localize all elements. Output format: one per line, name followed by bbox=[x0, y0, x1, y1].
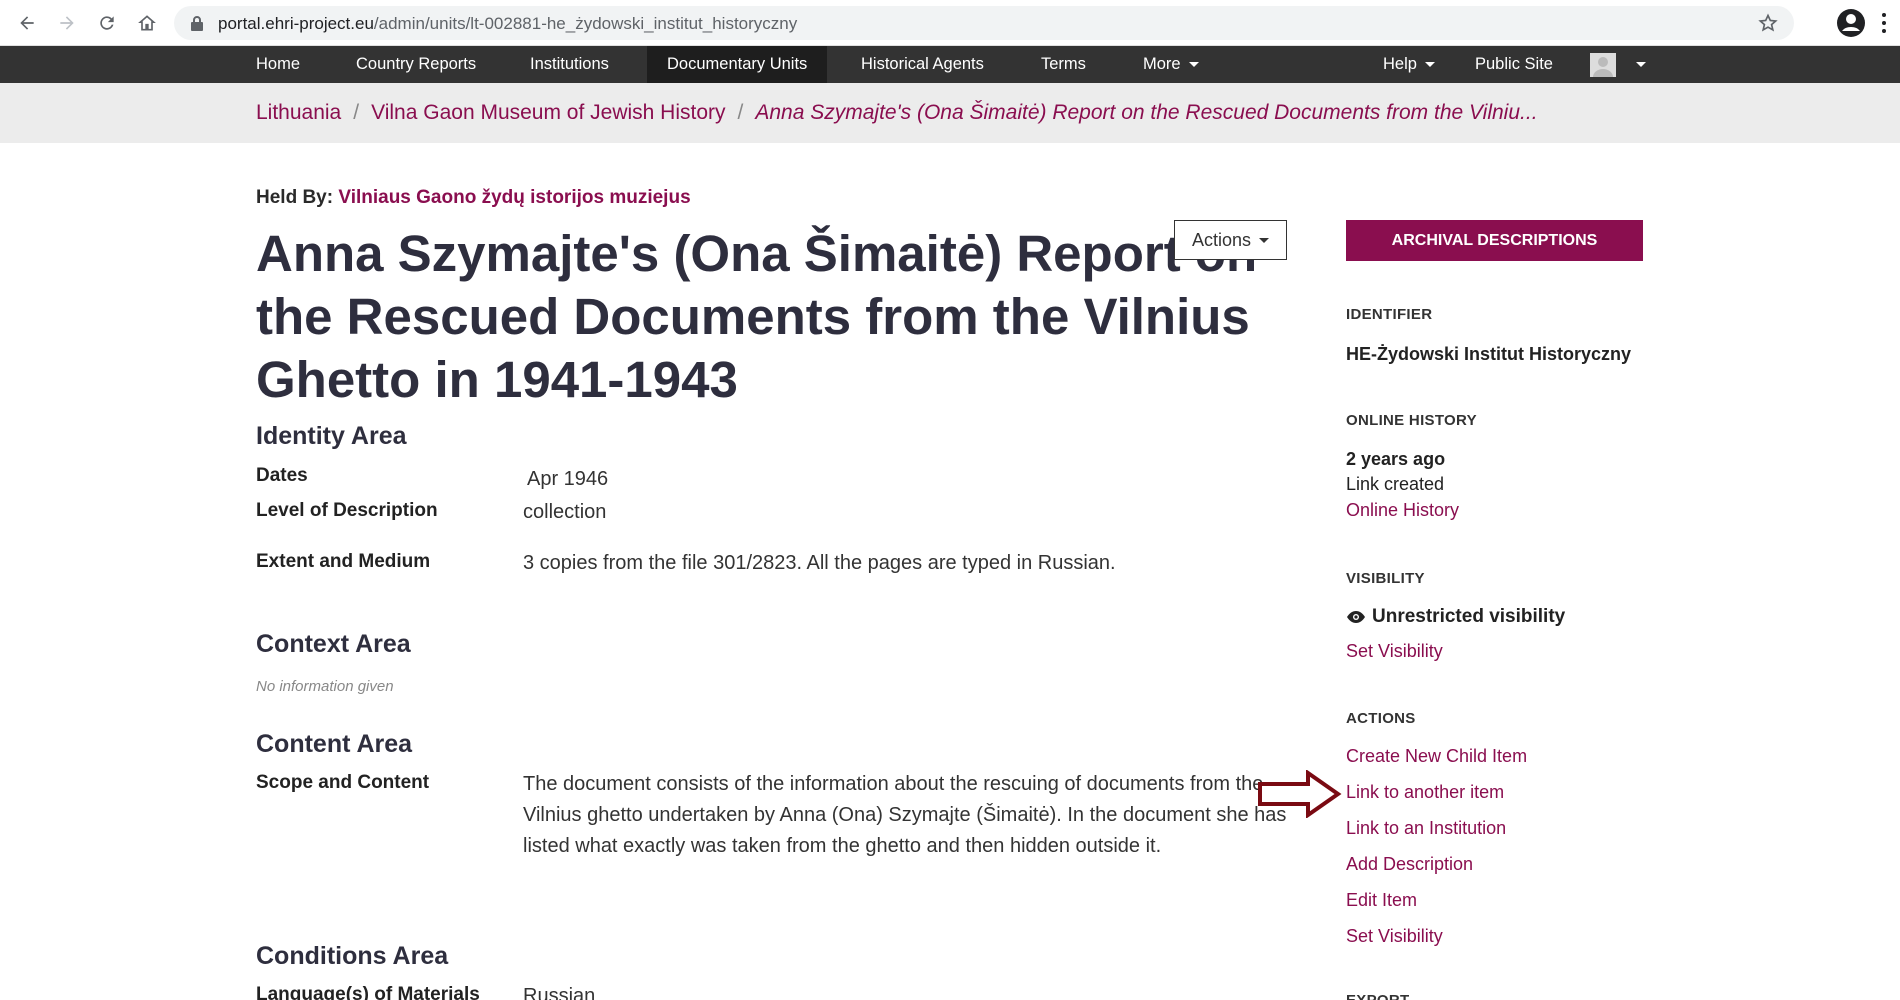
breadcrumb-bar: Lithuania / Vilna Gaon Museum of Jewish Hi… bbox=[0, 83, 1900, 143]
url-text: portal.ehri-project.eu/admin/units/lt-00… bbox=[218, 14, 798, 33]
export-heading: EXPORT bbox=[1346, 992, 1409, 1000]
history-event: Link created bbox=[1346, 474, 1445, 494]
chevron-down-icon bbox=[1259, 237, 1270, 243]
reload-icon[interactable] bbox=[92, 8, 122, 38]
history-time: 2 years ago bbox=[1346, 449, 1446, 469]
home-icon[interactable] bbox=[132, 8, 162, 38]
set-visibility-link[interactable]: Set Visibility bbox=[1346, 641, 1443, 662]
breadcrumb-separator: / bbox=[353, 101, 360, 124]
lock-icon bbox=[191, 16, 203, 31]
scope-value: The document consists of the information… bbox=[523, 773, 1287, 857]
actions-dropdown-button[interactable]: Actions bbox=[1174, 220, 1287, 260]
extent-label: Extent and Medium bbox=[256, 551, 431, 572]
browser-menu-icon[interactable] bbox=[1874, 10, 1894, 36]
level-label: Level of Description bbox=[256, 500, 438, 521]
breadcrumb-institution[interactable]: Vilna Gaon Museum of Jewish History bbox=[371, 101, 725, 124]
identity-area-heading: Identity Area bbox=[256, 422, 407, 450]
main-navbar: Home Country Reports Institutions Docume… bbox=[0, 46, 1900, 83]
identifier-value: HE-Żydowski Institut Historyczny bbox=[1346, 344, 1632, 364]
held-by: Held By: Vilniaus Gaono žydų istorijos m… bbox=[256, 187, 691, 209]
nav-help-dropdown[interactable]: Help bbox=[1363, 46, 1455, 83]
held-by-link[interactable]: Vilniaus Gaono žydų istorijos muziejus bbox=[338, 187, 690, 208]
avatar-icon bbox=[1593, 57, 1613, 77]
actions-label: Actions bbox=[1191, 229, 1252, 250]
user-avatar[interactable] bbox=[1590, 53, 1616, 77]
nav-more-label: More bbox=[1143, 55, 1181, 73]
nav-documentary-units[interactable]: Documentary Units bbox=[647, 46, 828, 83]
visibility-value: Unrestricted visibility bbox=[1346, 606, 1565, 628]
set-visibility-action-link[interactable]: Set Visibility bbox=[1346, 926, 1443, 947]
back-arrow-icon[interactable] bbox=[12, 8, 42, 38]
add-description-link[interactable]: Add Description bbox=[1346, 854, 1473, 875]
languages-label: Language(s) of Materials bbox=[256, 984, 480, 1000]
breadcrumb-separator: / bbox=[737, 101, 744, 124]
no-info-text: No information given bbox=[256, 678, 394, 695]
create-child-item-link[interactable]: Create New Child Item bbox=[1346, 746, 1527, 767]
extent-value: 3 copies from the file 301/2823. All the… bbox=[523, 552, 1116, 574]
visibility-heading: VISIBILITY bbox=[1346, 570, 1425, 587]
profile-icon[interactable] bbox=[1836, 8, 1866, 38]
nav-help-label: Help bbox=[1383, 55, 1417, 73]
actions-heading: ACTIONS bbox=[1346, 710, 1416, 727]
nav-institutions[interactable]: Institutions bbox=[510, 46, 629, 83]
annotation-arrow-icon bbox=[1258, 770, 1342, 818]
breadcrumb-current: Anna Szymajte's (Ona Šimaitė) Report on … bbox=[755, 101, 1538, 124]
dates-value: Apr 1946 bbox=[527, 468, 609, 490]
chevron-down-icon bbox=[1424, 62, 1435, 68]
dates-label: Dates bbox=[256, 465, 308, 486]
nav-historical-agents[interactable]: Historical Agents bbox=[841, 46, 1004, 83]
content-area-heading: Content Area bbox=[256, 730, 413, 758]
visibility-text: Unrestricted visibility bbox=[1372, 606, 1566, 627]
breadcrumb-country[interactable]: Lithuania bbox=[256, 101, 341, 124]
held-by-label: Held By: bbox=[256, 187, 334, 208]
browser-toolbar: portal.ehri-project.eu/admin/units/lt-00… bbox=[0, 0, 1900, 46]
address-bar[interactable]: portal.ehri-project.eu/admin/units/lt-00… bbox=[174, 6, 1794, 40]
edit-item-link[interactable]: Edit Item bbox=[1346, 890, 1417, 911]
nav-country-reports[interactable]: Country Reports bbox=[336, 46, 496, 83]
link-institution-link[interactable]: Link to an Institution bbox=[1346, 818, 1506, 839]
chevron-down-icon bbox=[1188, 62, 1199, 68]
identifier-heading: IDENTIFIER bbox=[1346, 306, 1433, 323]
nav-public-site[interactable]: Public Site bbox=[1455, 46, 1573, 83]
bookmark-star-icon[interactable] bbox=[1758, 13, 1778, 33]
user-menu-chevron-icon[interactable] bbox=[1636, 62, 1646, 67]
scope-label: Scope and Content bbox=[256, 772, 430, 793]
nav-home[interactable]: Home bbox=[236, 46, 320, 83]
page-title: Anna Szymajte's (Ona Šimaitė) Report on … bbox=[256, 225, 1258, 408]
link-another-item-link[interactable]: Link to another item bbox=[1346, 782, 1504, 803]
nav-more-dropdown[interactable]: More bbox=[1123, 46, 1219, 83]
breadcrumb: Lithuania / Vilna Gaon Museum of Jewish Hi… bbox=[256, 101, 1538, 125]
context-area-heading: Context Area bbox=[256, 630, 411, 658]
level-value: collection bbox=[523, 501, 607, 523]
eye-icon bbox=[1347, 610, 1365, 623]
forward-arrow-icon[interactable] bbox=[52, 8, 82, 38]
languages-value: Russian bbox=[523, 985, 596, 1000]
nav-terms[interactable]: Terms bbox=[1021, 46, 1106, 83]
online-history-heading: ONLINE HISTORY bbox=[1346, 412, 1477, 429]
archival-descriptions-button[interactable]: ARCHIVAL DESCRIPTIONS bbox=[1346, 220, 1643, 261]
conditions-area-heading: Conditions Area bbox=[256, 942, 449, 970]
online-history-link[interactable]: Online History bbox=[1346, 500, 1459, 521]
